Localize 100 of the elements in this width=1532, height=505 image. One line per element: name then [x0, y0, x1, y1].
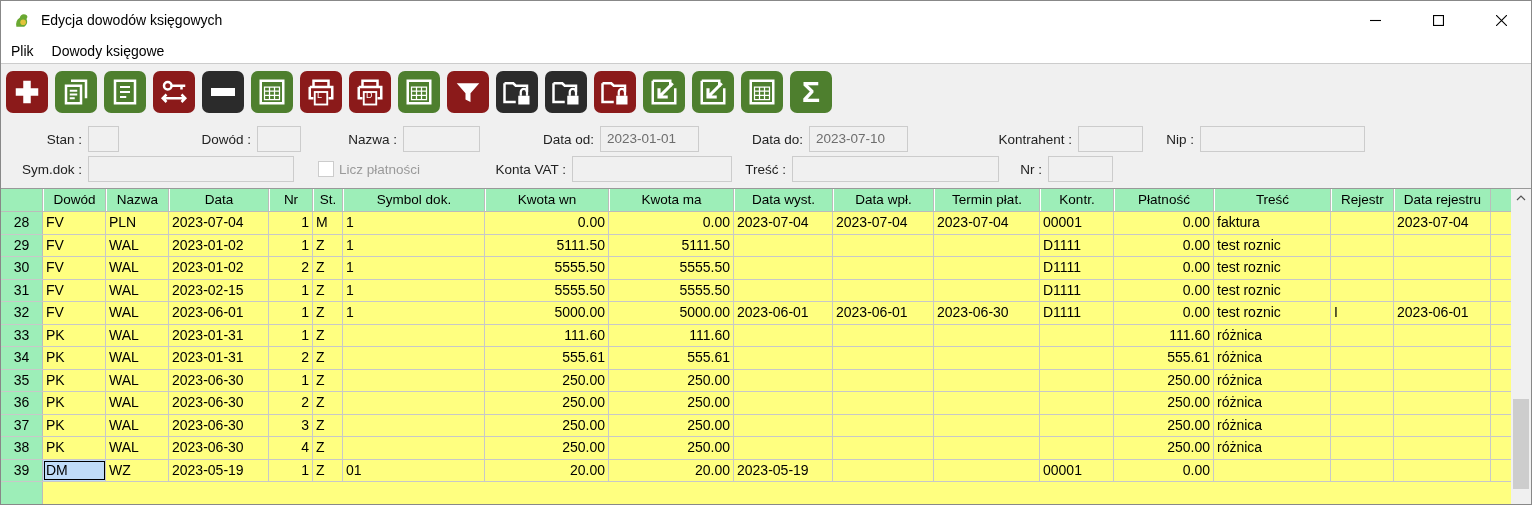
toolbar-button[interactable]: D [349, 71, 391, 113]
input-field[interactable] [1200, 126, 1365, 152]
table-cell: 1 [343, 257, 485, 279]
input-field[interactable] [88, 126, 119, 152]
field-label: Data od: [542, 131, 594, 147]
table-cell: M [313, 212, 343, 234]
column-header[interactable]: Kwota ma [609, 189, 734, 211]
toolbar-button[interactable] [594, 71, 636, 113]
table-cell: 250.00 [485, 437, 609, 459]
table-cell: WAL [106, 257, 169, 279]
input-field[interactable]: 2023-01-01 [600, 126, 699, 152]
toolbar-button[interactable]: L [300, 71, 342, 113]
table-cell: Z [313, 347, 343, 369]
input-field[interactable] [792, 156, 999, 182]
table-cell: 0.00 [1114, 212, 1214, 234]
column-header[interactable]: Kontr. [1040, 189, 1114, 211]
toolbar-button[interactable]: Σ [790, 71, 832, 113]
table-cell: różnica [1214, 347, 1331, 369]
table-cell: PK [43, 347, 106, 369]
toolbar-button[interactable] [6, 71, 48, 113]
menu-item[interactable]: Dowody księgowe [51, 43, 165, 59]
table-cell: WAL [106, 302, 169, 324]
table-cell: 2023-06-01 [734, 302, 833, 324]
scroll-up-icon[interactable] [1516, 195, 1526, 201]
table-cell: PLN [106, 212, 169, 234]
table-cell: 1 [343, 234, 485, 256]
column-header[interactable]: St. [313, 189, 343, 211]
row-number: 37 [1, 414, 43, 436]
table-icon [257, 77, 287, 107]
column-header[interactable]: Data rejestru [1394, 189, 1491, 211]
input-field[interactable]: 2023-07-10 [809, 126, 908, 152]
table-cell: 2023-07-04 [1394, 212, 1491, 234]
column-header[interactable]: Kwota wn [485, 189, 609, 211]
table-cell: Z [313, 369, 343, 391]
field-label: Kontrahent : [998, 131, 1072, 147]
input-field[interactable] [88, 156, 294, 182]
column-header[interactable]: Termin płat. [934, 189, 1040, 211]
input-field[interactable] [257, 126, 301, 152]
column-header[interactable]: Płatność [1114, 189, 1214, 211]
toolbar-button[interactable] [202, 71, 244, 113]
input-field[interactable] [1048, 156, 1113, 182]
table-cell: 2023-05-19 [734, 459, 833, 481]
table-cell: 111.60 [1114, 324, 1214, 346]
table-cell: 0.00 [485, 212, 609, 234]
table-cell: 5555.50 [609, 257, 734, 279]
table-cell: różnica [1214, 369, 1331, 391]
field-label: Nazwa : [348, 131, 397, 147]
scrollbar-thumb[interactable] [1513, 399, 1529, 489]
column-header[interactable]: Data wyst. [734, 189, 833, 211]
table-cell: 2023-07-04 [734, 212, 833, 234]
table-cell: 250.00 [609, 437, 734, 459]
table-cell: 20.00 [485, 459, 609, 481]
table-cell: 0.00 [1114, 279, 1214, 301]
table-cell: test roznic [1214, 279, 1331, 301]
toolbar-button[interactable] [496, 71, 538, 113]
column-header[interactable]: Symbol dok. [343, 189, 485, 211]
printer-icon [355, 77, 385, 107]
toolbar-button[interactable] [545, 71, 587, 113]
table-cell: 2023-07-04 [833, 212, 934, 234]
field-label: Data do: [751, 131, 803, 147]
table-cell: 250.00 [1114, 369, 1214, 391]
table-cell: 2 [269, 392, 313, 414]
printer-letter: D [366, 90, 373, 100]
input-field[interactable] [572, 156, 732, 182]
table-cell: 5000.00 [609, 302, 734, 324]
table-cell: PK [43, 324, 106, 346]
table-cell: WAL [106, 369, 169, 391]
column-header[interactable]: Treść [1214, 189, 1331, 211]
table-cell: 250.00 [485, 369, 609, 391]
field-label: Treść : [745, 161, 786, 177]
table-cell: WAL [106, 279, 169, 301]
toolbar-button[interactable] [153, 71, 195, 113]
table-cell: 250.00 [609, 392, 734, 414]
row-number: 39 [1, 459, 43, 481]
table-cell: 01 [343, 459, 485, 481]
column-header[interactable]: Data wpł. [833, 189, 934, 211]
table-cell: FV [43, 234, 106, 256]
table-cell: FV [43, 279, 106, 301]
input-field[interactable] [1078, 126, 1143, 152]
column-header[interactable]: Rejestr [1331, 189, 1394, 211]
menu-item[interactable]: Plik [11, 43, 34, 59]
table-cell: 2023-06-01 [833, 302, 934, 324]
table-cell: Z [313, 437, 343, 459]
row-number: 38 [1, 437, 43, 459]
table-cell: 1 [269, 324, 313, 346]
table-cell: 2023-06-30 [169, 414, 269, 436]
table-cell: 250.00 [485, 414, 609, 436]
vertical-scrollbar[interactable] [1511, 189, 1531, 504]
table-cell: Z [313, 279, 343, 301]
column-header[interactable]: Data [169, 189, 269, 211]
column-header[interactable]: Nazwa [106, 189, 169, 211]
table-cell: Z [313, 414, 343, 436]
toolbar-button[interactable] [447, 71, 489, 113]
column-header[interactable]: Nr [269, 189, 313, 211]
column-header[interactable]: Dowód [43, 189, 106, 211]
printer-letter: L [317, 90, 322, 100]
table-cell: 3 [269, 414, 313, 436]
table-cell: 5111.50 [609, 234, 734, 256]
table-cell: 0.00 [1114, 459, 1214, 481]
input-field[interactable] [403, 126, 480, 152]
